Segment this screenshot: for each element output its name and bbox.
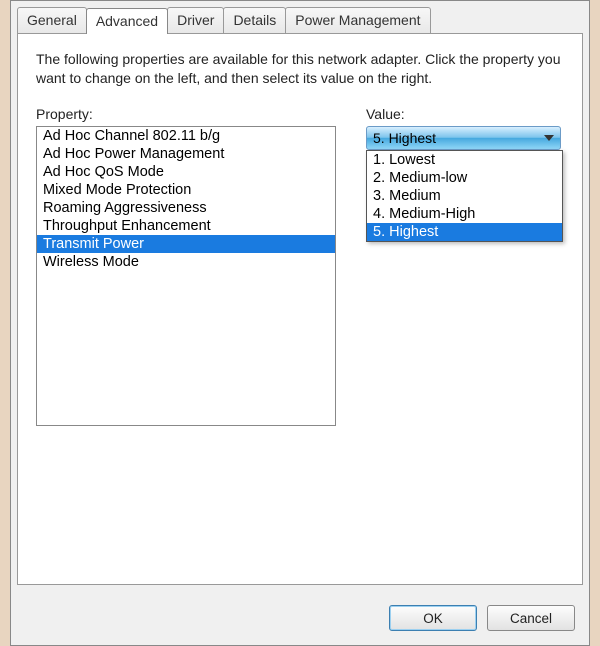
- dropdown-item[interactable]: 1. Lowest: [367, 151, 562, 169]
- dropdown-item[interactable]: 2. Medium-low: [367, 169, 562, 187]
- list-item[interactable]: Ad Hoc Channel 802.11 b/g: [37, 127, 335, 145]
- dropdown-item[interactable]: 4. Medium-High: [367, 205, 562, 223]
- tab-details[interactable]: Details: [223, 7, 286, 33]
- dropdown-item[interactable]: 3. Medium: [367, 187, 562, 205]
- list-item[interactable]: Wireless Mode: [37, 253, 335, 271]
- dropdown-item[interactable]: 5. Highest: [367, 223, 562, 241]
- cancel-button[interactable]: Cancel: [487, 605, 575, 631]
- property-label: Property:: [36, 106, 336, 122]
- list-item[interactable]: Throughput Enhancement: [37, 217, 335, 235]
- list-item[interactable]: Mixed Mode Protection: [37, 181, 335, 199]
- value-combobox[interactable]: 5. Highest 1. Lowest2. Medium-low3. Medi…: [366, 126, 561, 150]
- property-list[interactable]: Ad Hoc Channel 802.11 b/gAd Hoc Power Ma…: [36, 126, 336, 426]
- list-item[interactable]: Ad Hoc QoS Mode: [37, 163, 335, 181]
- property-column: Property: Ad Hoc Channel 802.11 b/gAd Ho…: [36, 106, 336, 426]
- list-item[interactable]: Ad Hoc Power Management: [37, 145, 335, 163]
- tab-general[interactable]: General: [17, 7, 87, 33]
- value-label: Value:: [366, 106, 564, 122]
- dialog-buttons: OK Cancel: [389, 605, 575, 631]
- chevron-down-icon: [544, 135, 554, 141]
- description-text: The following properties are available f…: [36, 50, 564, 88]
- tab-power-management[interactable]: Power Management: [285, 7, 430, 33]
- tab-advanced[interactable]: Advanced: [86, 8, 168, 34]
- tab-bar: General Advanced Driver Details Power Ma…: [17, 1, 583, 33]
- value-combobox-text: 5. Highest: [373, 130, 436, 146]
- list-item[interactable]: Roaming Aggressiveness: [37, 199, 335, 217]
- value-column: Value: 5. Highest 1. Lowest2. Medium-low…: [366, 106, 564, 426]
- tab-panel-advanced: The following properties are available f…: [17, 33, 583, 585]
- value-dropdown[interactable]: 1. Lowest2. Medium-low3. Medium4. Medium…: [366, 150, 563, 242]
- list-item[interactable]: Transmit Power: [37, 235, 335, 253]
- tab-driver[interactable]: Driver: [167, 7, 224, 33]
- properties-dialog: General Advanced Driver Details Power Ma…: [10, 0, 590, 646]
- columns: Property: Ad Hoc Channel 802.11 b/gAd Ho…: [36, 106, 564, 426]
- ok-button[interactable]: OK: [389, 605, 477, 631]
